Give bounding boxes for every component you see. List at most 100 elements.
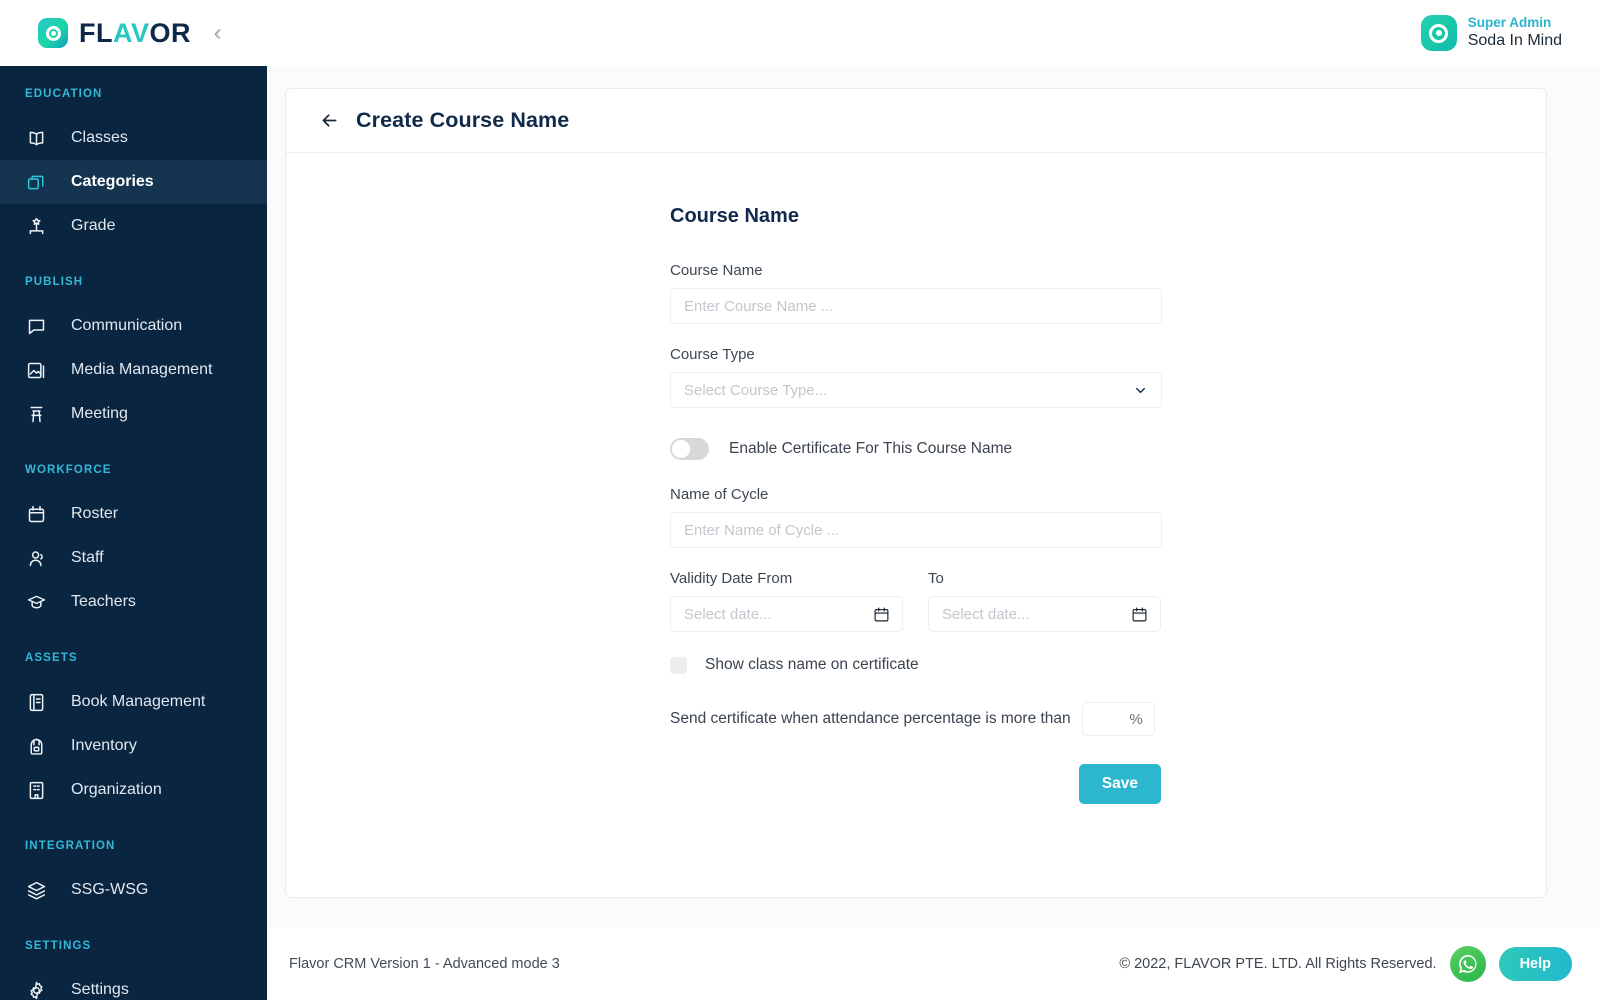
body-row: EDUCATION Classes Categories Grade PUBLI… [0, 66, 1600, 1000]
attendance-row: Send certificate when attendance percent… [670, 702, 1162, 736]
sidebar-item-ssg-wsg[interactable]: SSG-WSG [0, 868, 267, 912]
calendar-icon[interactable] [873, 606, 890, 623]
page-title: Create Course Name [356, 108, 570, 132]
name-of-cycle-label: Name of Cycle [670, 486, 769, 503]
brand: FLAVOR ‹ ‹ [0, 18, 267, 48]
attendance-label: Send certificate when attendance percent… [670, 710, 1071, 727]
sidebar-item-label: Communication [71, 317, 183, 334]
sidebar-collapse-icon[interactable]: ‹ ‹ [214, 22, 222, 44]
image-icon [25, 359, 47, 381]
chat-bubble-icon [25, 315, 47, 337]
podium-icon [25, 403, 47, 425]
enable-certificate-row: Enable Certificate For This Course Name [670, 438, 1162, 460]
layers-icon [25, 879, 47, 901]
layers-stack-icon [25, 171, 47, 193]
save-button[interactable]: Save [1078, 764, 1161, 804]
sidebar-item-label: Classes [71, 129, 128, 146]
sidebar-item-grade[interactable]: Grade [0, 204, 267, 248]
footer: Flavor CRM Version 1 - Advanced mode 3 ©… [267, 928, 1600, 1000]
sidebar-section-assets: ASSETS [25, 652, 78, 664]
arrow-left-icon[interactable] [319, 110, 340, 131]
gear-icon [25, 979, 47, 1000]
brand-part-1: FL [79, 17, 113, 48]
user-profile-button[interactable]: Super Admin Soda In Mind [1420, 15, 1600, 51]
save-row: Save [670, 764, 1162, 804]
calendar-icon[interactable] [1131, 606, 1148, 623]
validity-to-value: Select date... [942, 605, 1030, 623]
sidebar-item-label: Categories [71, 173, 154, 190]
copyright: © 2022, FLAVOR PTE. LTD. All Rights Rese… [1119, 956, 1437, 972]
show-class-name-label: Show class name on certificate [705, 656, 919, 673]
sidebar-section-workforce: WORKFORCE [25, 464, 112, 476]
sidebar-item-book-management[interactable]: Book Management [0, 680, 267, 724]
sidebar-item-label: Roster [71, 505, 119, 522]
main-scroll-area: Create Course Name Course Name Course Na… [267, 66, 1600, 928]
sidebar-item-settings[interactable]: Settings [0, 968, 267, 1000]
app-version: Flavor CRM Version 1 - Advanced mode 3 [289, 956, 560, 972]
user-role: Super Admin [1467, 15, 1552, 30]
validity-date-row: Validity Date From Select date... To Sel… [670, 570, 1162, 632]
course-type-value: Select Course Type... [684, 381, 828, 399]
sidebar-item-teachers[interactable]: Teachers [0, 580, 267, 624]
enable-certificate-toggle[interactable] [670, 438, 709, 460]
backpack-icon [25, 735, 47, 757]
sidebar-section-integration: INTEGRATION [25, 840, 116, 852]
validity-to-label: To [928, 570, 944, 587]
validity-from-label: Validity Date From [670, 570, 793, 587]
sidebar-item-categories[interactable]: Categories [0, 160, 267, 204]
course-name-input[interactable]: Enter Course Name ... [670, 288, 1162, 324]
brand-part-accent: AV [113, 17, 150, 48]
sidebar-item-inventory[interactable]: Inventory [0, 724, 267, 768]
attendance-percent-input[interactable]: % [1081, 702, 1155, 736]
validity-from-value: Select date... [684, 605, 772, 623]
name-of-cycle-field: Name of Cycle Enter Name of Cycle ... [670, 486, 1162, 548]
sidebar-item-classes[interactable]: Classes [0, 116, 267, 160]
sidebar-item-staff[interactable]: Staff [0, 536, 267, 580]
percent-suffix: % [1129, 710, 1143, 728]
course-form: Course Name Course Name Enter Course Nam… [670, 205, 1162, 804]
book-icon [25, 691, 47, 713]
course-type-field: Course Type Select Course Type... [670, 346, 1162, 408]
sidebar-item-label: Meeting [71, 405, 128, 422]
hierarchy-star-icon [25, 215, 47, 237]
sidebar-item-label: Book Management [71, 693, 206, 710]
sidebar-item-label: Media Management [71, 361, 213, 378]
sidebar-section-settings: SETTINGS [25, 940, 92, 952]
sidebar: EDUCATION Classes Categories Grade PUBLI… [0, 66, 267, 1000]
user-name: Soda In Mind [1467, 32, 1562, 50]
show-class-name-checkbox[interactable] [670, 656, 687, 674]
course-name-field: Course Name Enter Course Name ... [670, 262, 1162, 324]
brand-wordmark: FLAVOR [79, 17, 191, 48]
create-course-card: Create Course Name Course Name Course Na… [285, 88, 1547, 898]
sidebar-item-communication[interactable]: Communication [0, 304, 267, 348]
user-text: Super Admin Soda In Mind [1468, 15, 1562, 51]
top-bar: FLAVOR ‹ ‹ Super Admin Soda In Mind [0, 0, 1600, 66]
footer-right: © 2022, FLAVOR PTE. LTD. All Rights Rese… [1119, 946, 1572, 982]
sidebar-item-label: Grade [71, 217, 116, 234]
course-type-label: Course Type [670, 346, 755, 363]
sidebar-item-roster[interactable]: Roster [0, 492, 267, 536]
help-button[interactable]: Help [1498, 947, 1572, 981]
sidebar-item-label: Teachers [71, 593, 136, 610]
main-content: Create Course Name Course Name Course Na… [267, 66, 1600, 1000]
sidebar-item-organization[interactable]: Organization [0, 768, 267, 812]
name-of-cycle-input[interactable]: Enter Name of Cycle ... [670, 512, 1162, 548]
validity-from-input[interactable]: Select date... [670, 596, 903, 632]
form-heading: Course Name [670, 205, 799, 227]
sidebar-section-education: EDUCATION [25, 88, 103, 100]
card-body: Course Name Course Name Enter Course Nam… [286, 153, 1546, 897]
app-root: FLAVOR ‹ ‹ Super Admin Soda In Mind EDUCA… [0, 0, 1600, 1000]
sidebar-item-label: Settings [71, 981, 129, 998]
card-header: Create Course Name [286, 89, 1546, 153]
sidebar-item-meeting[interactable]: Meeting [0, 392, 267, 436]
sidebar-item-label: Organization [71, 781, 162, 798]
sidebar-item-label: Staff [71, 549, 104, 566]
avatar [1420, 15, 1457, 51]
enable-certificate-label: Enable Certificate For This Course Name [729, 440, 1013, 457]
calendar-icon [25, 503, 47, 525]
validity-to-input[interactable]: Select date... [928, 596, 1161, 632]
whatsapp-icon[interactable] [1449, 946, 1486, 982]
course-type-select[interactable]: Select Course Type... [670, 372, 1162, 408]
chevron-down-icon [1133, 383, 1148, 398]
sidebar-item-media-management[interactable]: Media Management [0, 348, 267, 392]
